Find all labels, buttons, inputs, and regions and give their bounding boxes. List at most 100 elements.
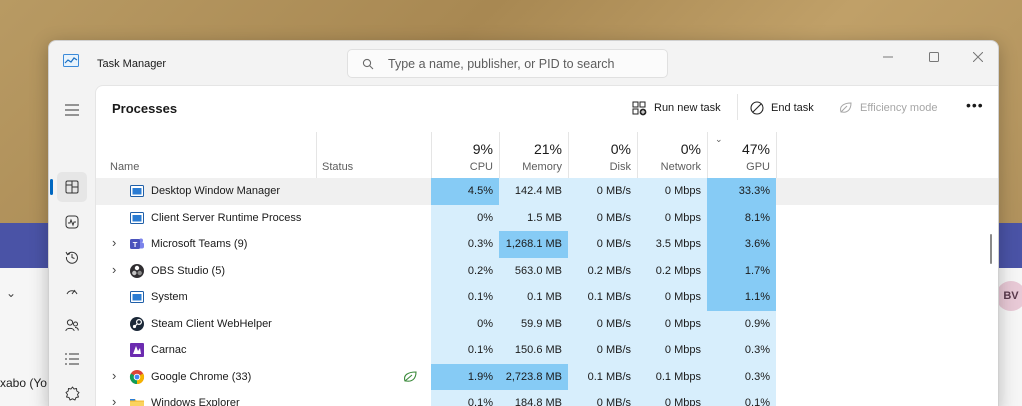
process-name-cell: › Windows Explorer: [96, 390, 316, 406]
nav-processes[interactable]: [57, 172, 87, 202]
memory-cell: 1.5 MB: [499, 204, 568, 231]
nav-startup-apps[interactable]: [57, 276, 87, 306]
cpu-cell: 0.3%: [431, 231, 499, 258]
efficiency-mode-label: Efficiency mode: [860, 102, 938, 114]
cpu-label: CPU: [469, 161, 493, 173]
memory-cell: 0.1 MB: [499, 284, 568, 311]
memory-cell: 2,723.8 MB: [499, 363, 568, 390]
nav-users[interactable]: [57, 310, 87, 340]
table-row[interactable]: Client Server Runtime Process 0% 1.5 MB 0 M…: [96, 204, 998, 231]
disk-cell: 0 MB/s: [568, 337, 637, 364]
minimize-button[interactable]: [865, 45, 911, 69]
task-manager-window: Task Manager Type a name, publisher, or …: [48, 40, 999, 406]
column-divider[interactable]: [637, 132, 638, 178]
column-header-disk[interactable]: 0% Disk: [568, 132, 637, 178]
memory-label: Memory: [522, 161, 562, 173]
column-divider[interactable]: [316, 132, 317, 178]
nav-details[interactable]: [57, 344, 87, 374]
table-row[interactable]: Desktop Window Manager 4.5% 142.4 MB 0 MB/s…: [96, 178, 998, 205]
table-row[interactable]: Carnac 0.1% 150.6 MB 0 MB/s 0 Mbps 0.3%: [96, 337, 998, 364]
end-task-button[interactable]: End task: [750, 97, 814, 119]
table-row[interactable]: System 0.1% 0.1 MB 0.1 MB/s 0 Mbps 1.1%: [96, 284, 998, 311]
column-header-memory[interactable]: 21% Memory: [499, 132, 568, 178]
active-nav-indicator: [50, 179, 53, 195]
efficiency-mode-button[interactable]: Efficiency mode: [838, 97, 937, 119]
disk-total: 0%: [610, 141, 631, 157]
efficiency-leaf-icon: [840, 102, 852, 113]
column-divider[interactable]: [707, 132, 708, 178]
process-name: Google Chrome (33): [151, 370, 252, 383]
avatar[interactable]: BV: [996, 281, 1022, 311]
memory-cell: 150.6 MB: [499, 337, 568, 364]
column-divider[interactable]: [568, 132, 569, 178]
disk-cell: 0.2 MB/s: [568, 257, 637, 284]
search-box[interactable]: [347, 49, 668, 78]
memory-cell: 59.9 MB: [499, 310, 568, 337]
process-name-cell: › T Microsoft Teams (9): [96, 231, 316, 258]
search-icon: [362, 58, 374, 70]
disk-cell: 0.1 MB/s: [568, 363, 637, 390]
expand-chevron-icon[interactable]: ›: [112, 235, 116, 250]
network-cell: 0 Mbps: [637, 337, 707, 364]
gpu-cell: 1.7%: [707, 257, 776, 284]
cpu-cell: 0%: [431, 310, 499, 337]
column-divider[interactable]: [776, 132, 777, 178]
column-header-name[interactable]: Name: [110, 161, 139, 173]
more-options-button[interactable]: •••: [966, 97, 984, 113]
expand-chevron-icon[interactable]: ›: [112, 394, 116, 406]
process-name-cell: System: [96, 284, 316, 311]
disk-cell: 0 MB/s: [568, 310, 637, 337]
cpu-cell: 4.5%: [431, 178, 499, 205]
cpu-cell: 0%: [431, 204, 499, 231]
obs-icon: [129, 263, 145, 279]
cpu-cell: 0.1%: [431, 284, 499, 311]
close-button[interactable]: [955, 45, 998, 69]
hamburger-menu-button[interactable]: [57, 95, 87, 125]
cpu-total: 9%: [472, 141, 493, 157]
vertical-scrollbar[interactable]: [990, 234, 992, 264]
column-header-cpu[interactable]: 9% CPU: [431, 132, 499, 178]
cpu-cell: 0.2%: [431, 257, 499, 284]
expand-chevron-icon[interactable]: ›: [112, 262, 116, 277]
gpu-cell: 8.1%: [707, 204, 776, 231]
table-row[interactable]: › Windows Explorer 0.1% 184.8 MB 0 MB/s 0 Mbp…: [96, 390, 998, 406]
services-icon: [65, 386, 79, 400]
run-new-task-button[interactable]: Run new task: [632, 97, 721, 119]
title-bar: Task Manager: [49, 41, 998, 85]
table-row[interactable]: › Google Chrome (33) 1.9% 2,723.8 MB 0.1 MB/…: [96, 363, 998, 390]
nav-services[interactable]: [57, 378, 87, 406]
column-divider[interactable]: [431, 132, 432, 178]
column-header-gpu[interactable]: ⌄ 47% GPU: [707, 132, 776, 178]
gpu-label: GPU: [746, 161, 770, 173]
network-cell: 0 Mbps: [637, 284, 707, 311]
disk-cell: 0 MB/s: [568, 204, 637, 231]
memory-total: 21%: [533, 141, 562, 157]
column-header-network[interactable]: 0% Network: [637, 132, 707, 178]
memory-cell: 563.0 MB: [499, 257, 568, 284]
table-row[interactable]: › OBS Studio (5) 0.2% 563.0 MB 0.2 MB/s 0.2 M…: [96, 257, 998, 284]
end-task-icon: [750, 101, 764, 115]
gpu-cell: 33.3%: [707, 178, 776, 205]
column-divider[interactable]: [499, 132, 500, 178]
details-icon: [65, 353, 79, 365]
process-name-cell: Steam Client WebHelper: [96, 311, 316, 338]
table-row[interactable]: Steam Client WebHelper 0% 59.9 MB 0 MB/s 0 M…: [96, 310, 998, 338]
maximize-button[interactable]: [911, 45, 957, 69]
network-label: Network: [660, 161, 701, 173]
expand-chevron-icon[interactable]: ›: [112, 368, 116, 383]
memory-cell: 142.4 MB: [499, 178, 568, 205]
nav-app-history[interactable]: [57, 242, 87, 272]
task-manager-app-icon: [63, 54, 79, 67]
folder-icon: [129, 395, 145, 406]
performance-icon: [65, 215, 79, 229]
table-row[interactable]: › T Microsoft Teams (9) 0.3% 1,268.1 MB 0 MB/…: [96, 231, 998, 258]
nav-performance[interactable]: [57, 207, 87, 237]
app-history-icon: [65, 251, 78, 264]
column-header-status[interactable]: Status: [322, 161, 353, 173]
search-input[interactable]: [388, 54, 658, 74]
gpu-cell: 0.9%: [707, 310, 776, 337]
chevron-down-icon[interactable]: ⌄: [6, 286, 16, 300]
process-name: Desktop Window Manager: [151, 185, 281, 197]
window-app-icon: [129, 210, 145, 226]
toolbar-divider: [737, 94, 738, 120]
